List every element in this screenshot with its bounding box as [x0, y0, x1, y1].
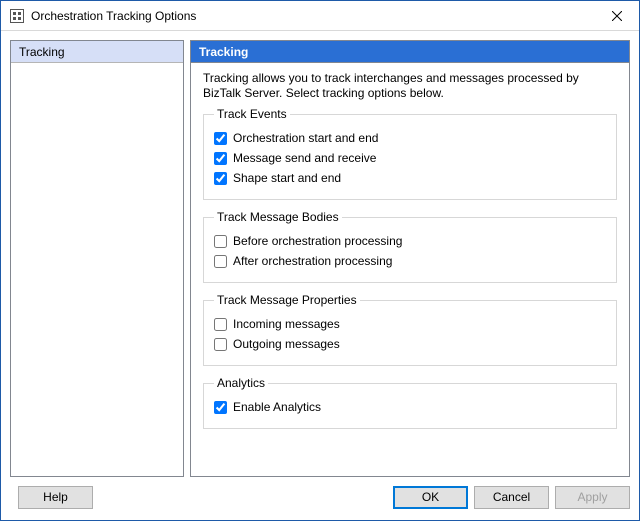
group-track-bodies: Track Message Bodies Before orchestratio…: [203, 210, 617, 283]
help-button[interactable]: Help: [18, 486, 93, 509]
checkbox-shape-start-end-input[interactable]: [214, 172, 227, 185]
checkbox-orch-start-end-input[interactable]: [214, 132, 227, 145]
title-bar: Orchestration Tracking Options: [1, 1, 639, 31]
content-body: Tracking allows you to track interchange…: [191, 63, 629, 449]
group-analytics: Analytics Enable Analytics: [203, 376, 617, 429]
dialog-body: Tracking Tracking Tracking allows you to…: [1, 31, 639, 520]
content-panel: Tracking Tracking allows you to track in…: [190, 40, 630, 477]
checkbox-incoming-label: Incoming messages: [233, 317, 340, 331]
group-track-props-legend: Track Message Properties: [214, 293, 360, 307]
category-list[interactable]: Tracking: [10, 40, 184, 477]
checkbox-after-proc-input[interactable]: [214, 255, 227, 268]
checkbox-before-proc[interactable]: Before orchestration processing: [214, 234, 606, 248]
checkbox-msg-send-recv[interactable]: Message send and receive: [214, 151, 606, 165]
dialog-window: Orchestration Tracking Options Tracking …: [0, 0, 640, 521]
checkbox-outgoing-label: Outgoing messages: [233, 337, 340, 351]
window-title: Orchestration Tracking Options: [31, 9, 594, 23]
apply-button[interactable]: Apply: [555, 486, 630, 509]
checkbox-outgoing-input[interactable]: [214, 338, 227, 351]
dialog-button-row: Help OK Cancel Apply: [10, 477, 630, 511]
close-button[interactable]: [594, 1, 639, 30]
checkbox-msg-send-recv-label: Message send and receive: [233, 151, 376, 165]
checkbox-shape-start-end-label: Shape start and end: [233, 171, 341, 185]
group-track-events-legend: Track Events: [214, 107, 290, 121]
checkbox-shape-start-end[interactable]: Shape start and end: [214, 171, 606, 185]
group-analytics-legend: Analytics: [214, 376, 268, 390]
group-track-events: Track Events Orchestration start and end…: [203, 107, 617, 200]
checkbox-orch-start-end-label: Orchestration start and end: [233, 131, 378, 145]
ok-button[interactable]: OK: [393, 486, 468, 509]
checkbox-incoming-input[interactable]: [214, 318, 227, 331]
content-description: Tracking allows you to track interchange…: [203, 71, 617, 101]
checkbox-before-proc-label: Before orchestration processing: [233, 234, 402, 248]
checkbox-outgoing[interactable]: Outgoing messages: [214, 337, 606, 351]
checkbox-after-proc-label: After orchestration processing: [233, 254, 392, 268]
cancel-button[interactable]: Cancel: [474, 486, 549, 509]
category-item-tracking[interactable]: Tracking: [11, 41, 183, 63]
checkbox-enable-analytics[interactable]: Enable Analytics: [214, 400, 606, 414]
checkbox-after-proc[interactable]: After orchestration processing: [214, 254, 606, 268]
category-item-label: Tracking: [19, 45, 65, 59]
checkbox-orch-start-end[interactable]: Orchestration start and end: [214, 131, 606, 145]
main-split: Tracking Tracking Tracking allows you to…: [10, 40, 630, 477]
content-header: Tracking: [191, 41, 629, 63]
group-track-props: Track Message Properties Incoming messag…: [203, 293, 617, 366]
app-icon: [9, 8, 25, 24]
checkbox-enable-analytics-input[interactable]: [214, 401, 227, 414]
checkbox-incoming[interactable]: Incoming messages: [214, 317, 606, 331]
group-track-bodies-legend: Track Message Bodies: [214, 210, 342, 224]
checkbox-enable-analytics-label: Enable Analytics: [233, 400, 321, 414]
checkbox-before-proc-input[interactable]: [214, 235, 227, 248]
checkbox-msg-send-recv-input[interactable]: [214, 152, 227, 165]
